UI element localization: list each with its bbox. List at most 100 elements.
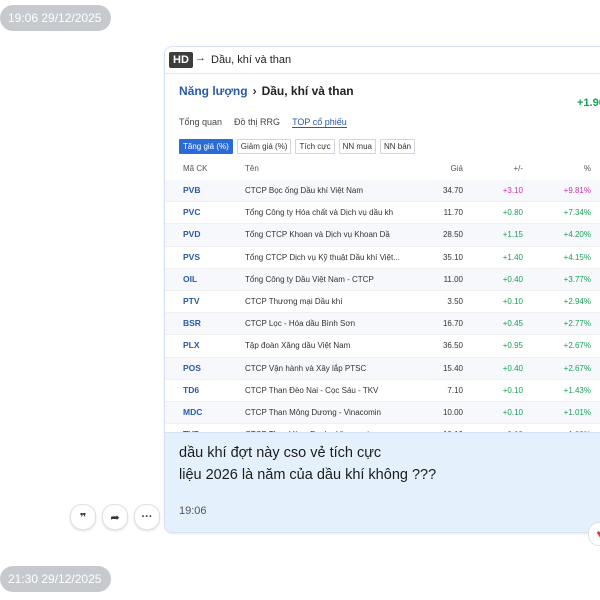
filter-losers: Giảm giá (%) xyxy=(236,139,292,154)
cell-code: PVC xyxy=(183,207,201,218)
cell-name: Tập đoàn Xăng dầu Việt Nam xyxy=(245,341,351,351)
cell-price: 10.00 xyxy=(442,407,463,417)
subtab-overview: Tổng quan xyxy=(179,117,223,127)
cell-code: PVD xyxy=(183,229,201,240)
cell-price: 7.10 xyxy=(447,385,463,395)
sector-change: +1.90 xyxy=(577,97,600,109)
cell-pct: +2.94% xyxy=(563,296,591,306)
cell-price: 28.50 xyxy=(442,230,463,240)
date-separator: 21:30 29/12/2025 xyxy=(0,566,112,592)
share-icon[interactable]: ➦ xyxy=(102,504,128,530)
cell-change: +0.10 xyxy=(487,424,523,432)
cell-name: CTCP Lọc - Hóa dầu Bình Sơn xyxy=(245,319,356,329)
cell-price: 3.50 xyxy=(447,296,463,306)
filter-gainers: Tăng giá (%) xyxy=(179,139,233,154)
table-row: OIL Tổng Công ty Dầu Việt Nam - CTCP 11.… xyxy=(165,268,600,291)
cell-price: 36.50 xyxy=(442,341,463,351)
table-header: Mã CK Tên Giá +/- % xyxy=(165,164,600,180)
cell-price: 16.70 xyxy=(442,319,463,329)
table-row: PVS Tổng CTCP Dịch vụ Kỹ thuật Dầu khí V… xyxy=(165,247,600,269)
cell-name: Tổng Công ty Hóa chất và Dịch vụ dầu kh xyxy=(245,208,394,218)
breadcrumb-current: Dầu, khí và than xyxy=(261,84,354,98)
cell-pct: +9.81% xyxy=(563,186,591,195)
table-row: TD6 CTCP Than Đèo Nai - Cọc Sáu - TKV 7.… xyxy=(165,380,600,402)
cell-pct: +4.20% xyxy=(563,230,591,240)
more-icon[interactable]: ··· xyxy=(134,504,160,530)
filter-foreign-buy: NN mua xyxy=(338,139,376,154)
cell-pct: +2.77% xyxy=(563,319,591,329)
table-row: PLX Tập đoàn Xăng dầu Việt Nam 36.50 +0.… xyxy=(165,335,600,358)
table-row: TVD CTCP Than Vàng Danh - Vinacomin 10.1… xyxy=(165,424,600,432)
cell-price: 34.70 xyxy=(442,186,463,195)
message-line: liệu 2026 là năm của dầu khí không ??? xyxy=(179,467,437,483)
cell-code: PLX xyxy=(183,340,200,351)
heart-icon[interactable]: ♥ xyxy=(588,522,600,546)
screenshot-topbar: HD → Dầu, khí và than xyxy=(165,47,600,74)
filter-chips: Tăng giá (%) Giảm giá (%) Tích cực NN mu… xyxy=(179,139,416,154)
cell-name: Tổng CTCP Dịch vụ Kỹ thuật Dầu khí Việt.… xyxy=(245,252,400,262)
cell-code: MDC xyxy=(183,406,203,417)
cell-name: Tổng Công ty Dầu Việt Nam - CTCP xyxy=(245,274,374,284)
col-price: Giá xyxy=(450,164,463,173)
cell-price: 10.10 xyxy=(427,424,463,432)
cell-name: CTCP Vận hành và Xây lắp PTSC xyxy=(245,363,367,373)
cell-name: Tổng CTCP Khoan và Dịch vụ Khoan Dầ xyxy=(245,230,390,240)
cell-pct: +2.67% xyxy=(563,341,591,351)
table-row: PVD Tổng CTCP Khoan và Dịch vụ Khoan Dầ … xyxy=(165,224,600,247)
message-line: dầu khí đợt này cso vẻ tích cực xyxy=(179,445,382,461)
cell-change: +0.80 xyxy=(502,208,523,218)
cell-price: 35.10 xyxy=(442,252,463,262)
cell-change: +0.40 xyxy=(502,363,523,373)
cell-change: +3.10 xyxy=(502,186,523,195)
cell-pct: +3.77% xyxy=(563,274,591,284)
stock-table: PVB CTCP Bọc ống Dầu khí Việt Nam 34.70 … xyxy=(165,180,600,432)
table-row: MDC CTCP Than Mông Dương - Vinacomin 10.… xyxy=(165,401,600,425)
message-time: 19:06 xyxy=(179,505,207,517)
col-name: Tên xyxy=(245,164,259,173)
cell-name: CTCP Bọc ống Dầu khí Việt Nam xyxy=(245,186,363,195)
arrow-right-icon: → xyxy=(195,52,206,64)
cell-name: CTCP Than Mông Dương - Vinacomin xyxy=(245,407,381,417)
cell-name: CTCP Than Đèo Nai - Cọc Sáu - TKV xyxy=(245,385,379,395)
cell-code: PVS xyxy=(183,251,201,262)
cell-code: BSR xyxy=(183,318,201,329)
screenshot-topbar-title: Dầu, khí và than xyxy=(211,54,292,66)
cell-price: 15.40 xyxy=(442,363,463,373)
filter-positive: Tích cực xyxy=(295,139,335,154)
table-row: PVC Tổng Công ty Hóa chất và Dịch vụ dầu… xyxy=(165,202,600,225)
cell-pct: +1.43% xyxy=(563,385,591,395)
message-actions: ❞ ➦ ··· xyxy=(70,504,160,530)
subtab-top-stocks: TOP cổ phiếu xyxy=(292,117,347,128)
chevron-right-icon: › xyxy=(252,84,257,98)
cell-price: 11.00 xyxy=(443,274,463,284)
cell-code: PVB xyxy=(183,185,201,195)
attached-screenshot[interactable]: HD → Dầu, khí và than Năng lượng › Dầu, kh… xyxy=(165,47,600,433)
cell-change: +1.15 xyxy=(502,230,523,240)
cell-code: TD6 xyxy=(183,384,200,395)
col-code: Mã CK xyxy=(183,164,208,173)
cell-price: 11.70 xyxy=(443,208,463,218)
cell-code: OIL xyxy=(183,273,198,284)
cell-code: TVD xyxy=(183,424,233,432)
col-pct: % xyxy=(583,164,591,173)
cell-pct: +7.34% xyxy=(563,208,591,218)
cell-change: +0.10 xyxy=(502,407,523,417)
table-row: PTV CTCP Thương mại Dầu khí 3.50 +0.10 +… xyxy=(165,291,600,314)
cell-pct: +4.15% xyxy=(563,252,591,262)
breadcrumb: Năng lượng › Dầu, khí và than xyxy=(179,84,354,98)
cell-pct: +2.67% xyxy=(563,363,591,373)
message-bubble[interactable]: HD → Dầu, khí và than Năng lượng › Dầu, kh… xyxy=(164,46,600,533)
table-row: BSR CTCP Lọc - Hóa dầu Bình Sơn 16.70 +0… xyxy=(165,313,600,336)
table-row: PVB CTCP Bọc ống Dầu khí Việt Nam 34.70 … xyxy=(165,180,600,203)
cell-name: CTCP Than Vàng Danh - Vinacomin xyxy=(245,424,415,432)
cell-code: POS xyxy=(183,362,201,373)
hd-badge: HD xyxy=(169,52,193,68)
subtab-rrg: Đồ thị RRG xyxy=(234,117,281,127)
cell-change: +0.45 xyxy=(502,319,523,329)
cell-name: CTCP Thương mại Dầu khí xyxy=(245,296,343,306)
filter-foreign-sell: NN bán xyxy=(379,139,416,154)
cell-change: +0.10 xyxy=(502,385,523,395)
quote-icon[interactable]: ❞ xyxy=(70,504,96,530)
subtabs: Tổng quan Đồ thị RRG TOP cổ phiếu xyxy=(179,117,347,128)
message-text: dầu khí đợt này cso vẻ tích cực liệu 202… xyxy=(179,442,600,486)
